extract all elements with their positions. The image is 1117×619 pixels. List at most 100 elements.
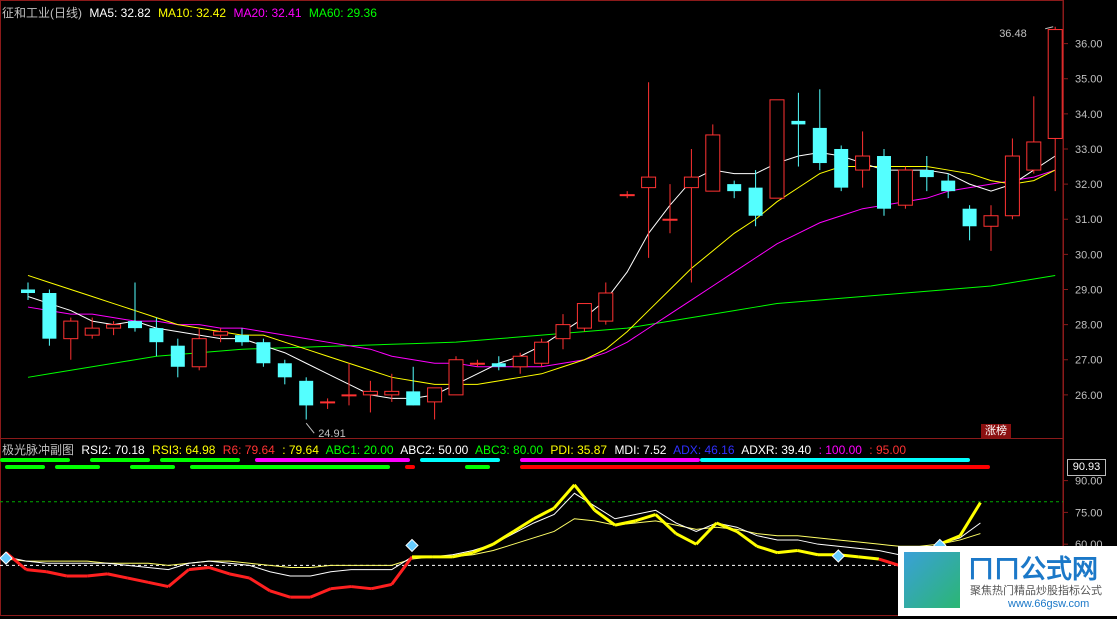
candle-body-up — [705, 134, 721, 192]
candle-body-up — [1047, 29, 1063, 139]
candle-body-down — [406, 391, 421, 406]
candle-body-up — [320, 401, 336, 404]
watermark-logo: ㄇㄇ公式网 聚焦热门精品炒股指标公式 www.66gsw.com — [898, 546, 1117, 616]
ma5-value: MA5: 32.82 — [89, 6, 151, 20]
ma20-value: MA20: 32.41 — [233, 6, 302, 20]
rsi-fast-segment — [371, 582, 393, 591]
price-tick-label: 36.00 — [1075, 39, 1103, 51]
price-tick-label: 33.00 — [1075, 144, 1103, 156]
diamond-signal-icon — [0, 551, 13, 565]
mdi-value: MDI: 7.52 — [614, 443, 667, 457]
candle-body-down — [834, 148, 849, 188]
candle-body-down — [919, 170, 934, 178]
high-label: 36.48 — [999, 28, 1027, 40]
candle-body-up — [63, 320, 79, 340]
candle-body-up — [641, 176, 657, 189]
rsi-fast-segment — [188, 566, 210, 572]
candle-body-up — [897, 169, 913, 206]
rsi-fast-segment — [634, 513, 657, 523]
candle-body-up — [598, 292, 614, 322]
low-label: 24.91 — [318, 428, 346, 440]
signal-bar-green — [90, 458, 150, 462]
rsi-fast-segment — [756, 544, 778, 555]
ma60-value: MA60: 29.36 — [308, 6, 377, 20]
rsi-fast-segment — [147, 580, 169, 589]
rsi-fast-segment — [309, 587, 332, 599]
candle-body-up — [576, 303, 592, 329]
signal-bar-green — [190, 465, 390, 469]
candle-body-down — [277, 363, 292, 378]
signal-bar-cyan — [700, 458, 970, 462]
candle-body-up — [769, 99, 785, 199]
rsi-fast-segment — [777, 549, 798, 555]
candle-body-down — [877, 156, 891, 209]
rsi-fast-segment — [350, 585, 372, 591]
current-value-box: 90.93 — [1067, 459, 1106, 476]
rsi-fast-segment — [533, 506, 555, 521]
price-tick-label: 32.00 — [1075, 179, 1103, 191]
rsi-fast-segment — [858, 555, 880, 561]
rsi-fast-segment — [208, 566, 230, 576]
candle-body-up — [106, 324, 122, 329]
signal-bar-magenta — [255, 458, 410, 462]
candle-body-down — [748, 187, 763, 216]
high-pointer — [1045, 26, 1054, 30]
candle-body-down — [491, 363, 506, 367]
stock-name: 征和工业(日线) — [2, 6, 82, 20]
rsi-fast-segment — [695, 521, 718, 546]
candle-body-up — [213, 331, 229, 336]
chart-window: 36.00 35.00 34.00 33.00 32.00 31.00 30.00 29.00… — [0, 0, 1117, 616]
rsi-fast-segment — [452, 551, 474, 559]
rsi-fast-segment — [127, 576, 149, 584]
watermark-subtitle: 聚焦热门精品炒股指标公式 — [970, 585, 1102, 597]
signal-bar-green — [160, 458, 240, 462]
rsi-fast-segment — [330, 585, 352, 591]
candle-body-down — [941, 180, 956, 192]
candle-body-up — [384, 390, 400, 396]
candle-body-up — [1026, 141, 1042, 171]
v100-value: : 100.00 — [818, 443, 862, 457]
ma10-value: MA10: 32.42 — [158, 6, 227, 20]
rsi-fast-segment — [573, 483, 596, 512]
candle-body-down — [42, 293, 57, 339]
price-tick-label: 27.00 — [1075, 355, 1103, 367]
candle-body-up — [855, 155, 871, 171]
candle-body-down — [962, 208, 977, 227]
r6b-value: : 79.64 — [282, 443, 319, 457]
candle-body-up — [512, 355, 528, 368]
r6-value: R6: 79.64 — [222, 443, 275, 457]
candle-body-up — [448, 359, 464, 396]
candle-body-down — [791, 120, 806, 125]
candle-body-up — [619, 194, 635, 197]
rsi-fast-segment — [390, 556, 414, 586]
candle-body-down — [21, 289, 35, 294]
main-panel-border — [0, 0, 1064, 439]
candle-body-up — [662, 218, 678, 221]
candle-body-down — [149, 328, 164, 343]
signal-bar-red — [405, 465, 415, 469]
low-pointer — [305, 422, 315, 434]
abc1-value: ABC1: 20.00 — [325, 443, 394, 457]
indicator-tick-label: 90.00 — [1075, 476, 1103, 488]
candle-body-up — [362, 390, 378, 396]
candle-body-down — [727, 184, 742, 192]
price-tick-label: 28.00 — [1075, 320, 1103, 332]
diamond-signal-icon — [405, 538, 419, 553]
price-tick-label: 35.00 — [1075, 74, 1103, 86]
logo-icon — [904, 552, 960, 608]
signal-bar-green — [465, 465, 490, 469]
candle-body-up — [427, 387, 443, 403]
rsi-fast-segment — [675, 532, 697, 546]
diamond-signal-icon — [831, 549, 846, 563]
price-tick-label: 31.00 — [1075, 214, 1103, 226]
watermark-title: ㄇㄇ公式网 — [968, 554, 1099, 584]
candle-body-up — [683, 176, 699, 189]
signal-bar-cyan — [420, 458, 500, 462]
signal-bar-magenta — [520, 458, 700, 462]
chart-canvas[interactable]: 36.00 35.00 34.00 33.00 32.00 31.00 30.00 29.00… — [0, 0, 1117, 616]
rsi2-value: RSI2: 70.18 — [81, 443, 145, 457]
candle-body-up — [534, 341, 550, 364]
indicator-header: 极光脉冲副图 RSI2: 70.18 RSI3: 64.98 R6: 79.64… — [2, 441, 910, 458]
rsi3-value: RSI3: 64.98 — [152, 443, 216, 457]
v95-value: : 95.00 — [869, 443, 906, 457]
